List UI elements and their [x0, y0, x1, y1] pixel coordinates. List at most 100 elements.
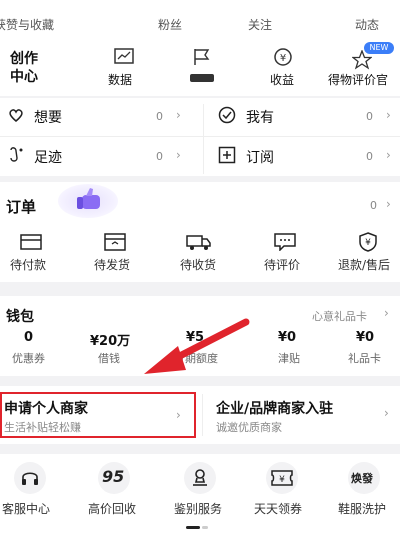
order-item-to-review[interactable]: 待评价	[254, 228, 320, 276]
heart-icon	[9, 109, 23, 122]
creator-item-flag[interactable]	[184, 46, 224, 92]
wallet-section: 钱包 心意礼品卡 › 0 优惠券 ¥20万 借钱 ¥5 分期额度 ¥0 津贴 ¥…	[0, 296, 400, 376]
order-item-refund[interactable]: ¥ 退款/售后	[334, 228, 400, 276]
stat-fans[interactable]: 粉丝	[158, 16, 182, 33]
stat-following[interactable]: 关注	[248, 16, 272, 33]
creator-center: 创作 中心 数据 ¥ 收益 NEW 得物评价官	[0, 38, 400, 96]
add-box-icon	[218, 146, 236, 164]
merchant-title: 企业/品牌商家入驻	[216, 401, 334, 417]
orders-section: 订单 0 › 待付款 待发货 待收货 待评价 ¥ 退款/售后	[0, 182, 400, 282]
chevron-right-icon: ›	[176, 108, 181, 122]
wallet-item-loan[interactable]: ¥20万 借钱	[80, 330, 150, 372]
footprint-icon	[10, 147, 23, 162]
thumb-up-sticker-icon	[58, 184, 118, 218]
quick-count: 0	[366, 150, 373, 163]
page-indicator	[186, 526, 200, 529]
wallet-value: ¥5	[186, 330, 205, 345]
merchant-subtitle: 诚邀优质商家	[216, 421, 282, 434]
chevron-right-icon: ›	[386, 108, 391, 122]
merchant-subtitle: 生活补贴轻松赚	[4, 421, 81, 434]
creator-item-income[interactable]: ¥ 收益	[264, 46, 304, 92]
chevron-right-icon: ›	[176, 408, 181, 422]
service-authenticate[interactable]: 鉴别服务	[168, 462, 236, 520]
wallet-item-giftcard[interactable]: ¥0 礼品卡	[336, 330, 400, 372]
quick-item-want[interactable]: 想要 0 ›	[0, 98, 200, 134]
wallet-value: ¥0	[356, 330, 375, 345]
chevron-right-icon[interactable]: ›	[384, 306, 389, 320]
quick-label: 足迹	[34, 150, 62, 166]
service-label: 鉴别服务	[174, 502, 223, 516]
order-label: 待收货	[180, 258, 217, 272]
wallet-label: 借钱	[98, 352, 120, 365]
stat-likes[interactable]: 获赞与收藏	[0, 16, 54, 33]
headset-icon	[22, 472, 38, 485]
wash-icon: 焕發	[351, 472, 373, 485]
wallet-label: 礼品卡	[348, 352, 381, 365]
services-section: 客服中心 95 高价回收 鉴别服务 ¥ 天天领券 焕發 鞋服洗护	[0, 454, 400, 552]
service-customer[interactable]: 客服中心	[0, 462, 68, 520]
wallet-label: 津贴	[278, 352, 300, 365]
wallet-label: 分期额度	[174, 352, 218, 365]
stat-posts[interactable]: 动态	[355, 16, 379, 33]
gift-card-link[interactable]: 心意礼品卡	[312, 308, 367, 324]
wallet-value: ¥0	[278, 330, 297, 345]
wallet-value: ¥20万	[90, 334, 131, 349]
service-wash[interactable]: 焕發 鞋服洗护	[332, 462, 400, 520]
order-label: 退款/售后	[338, 258, 391, 272]
quick-label: 我有	[246, 110, 274, 126]
service-label: 鞋服洗护	[338, 502, 387, 516]
chevron-right-icon[interactable]: ›	[386, 197, 391, 211]
chart-icon	[114, 48, 134, 64]
service-coupons[interactable]: ¥ 天天领券	[252, 462, 320, 520]
creator-title: 创作	[10, 51, 38, 67]
divider	[202, 394, 203, 436]
creator-item-data[interactable]: 数据	[104, 46, 144, 92]
quick-item-own[interactable]: 我有 0 ›	[206, 98, 400, 134]
merchant-title: 申请个人商家	[4, 401, 88, 417]
creator-item-label: 得物评价官	[328, 73, 389, 87]
quick-label: 订阅	[246, 150, 274, 166]
card-icon	[20, 234, 42, 250]
quick-count: 0	[156, 110, 163, 123]
ticket-icon: ¥	[271, 470, 293, 486]
wallet-item-allowance[interactable]: ¥0 津贴	[262, 330, 322, 372]
page-indicator-inactive	[202, 526, 208, 529]
service-label: 天天领券	[254, 502, 303, 516]
chevron-right-icon: ›	[386, 148, 391, 162]
orders-title[interactable]: 订单	[6, 196, 36, 217]
wallet-item-coupon[interactable]: 0 优惠券	[0, 330, 70, 372]
divider	[203, 104, 204, 174]
wallet-label: 优惠券	[12, 352, 45, 365]
comment-icon	[274, 233, 296, 251]
order-item-receiving[interactable]: 待收货	[170, 228, 236, 276]
check-circle-icon	[218, 106, 236, 124]
quick-item-history[interactable]: 足迹 0 ›	[0, 138, 200, 174]
creator-item-label: 收益	[270, 73, 295, 87]
wallet-title[interactable]: 钱包	[6, 306, 34, 326]
creator-item-reviewer[interactable]: NEW 得物评价官	[326, 40, 400, 92]
creator-item-label: 数据	[108, 73, 133, 87]
svg-text:¥: ¥	[279, 475, 285, 485]
creator-title-2: 中心	[10, 69, 38, 85]
brand-merchant-join[interactable]: 企业/品牌商家入驻 诚邀优质商家 ›	[210, 392, 400, 438]
wallet-value: 0	[24, 330, 34, 345]
shield-yen-icon: ¥	[359, 232, 377, 252]
service-recycle[interactable]: 95 高价回收	[84, 462, 152, 520]
svg-text:¥: ¥	[280, 53, 286, 64]
recycle-95-icon: 95	[102, 467, 125, 486]
chevron-right-icon: ›	[176, 148, 181, 162]
stats-bar: 获赞与收藏 粉丝 关注 动态	[0, 0, 400, 38]
quick-links: 想要 0 › 我有 0 › 足迹 0 › 订阅 0 ›	[0, 98, 400, 176]
quick-item-subscribe[interactable]: 订阅 0 ›	[206, 138, 400, 174]
quick-count: 0	[366, 110, 373, 123]
orders-count[interactable]: 0	[370, 199, 377, 212]
wallet-item-installment[interactable]: ¥5 分期额度	[160, 330, 240, 372]
truck-icon	[186, 235, 211, 250]
redacted-label	[190, 74, 214, 82]
order-item-unshipped[interactable]: 待发货	[84, 228, 150, 276]
quick-count: 0	[156, 150, 163, 163]
apply-personal-merchant[interactable]: 申请个人商家 生活补贴轻松赚 ›	[0, 392, 196, 438]
star-icon	[352, 50, 372, 70]
order-label: 待评价	[264, 258, 301, 272]
order-item-unpaid[interactable]: 待付款	[0, 228, 66, 276]
